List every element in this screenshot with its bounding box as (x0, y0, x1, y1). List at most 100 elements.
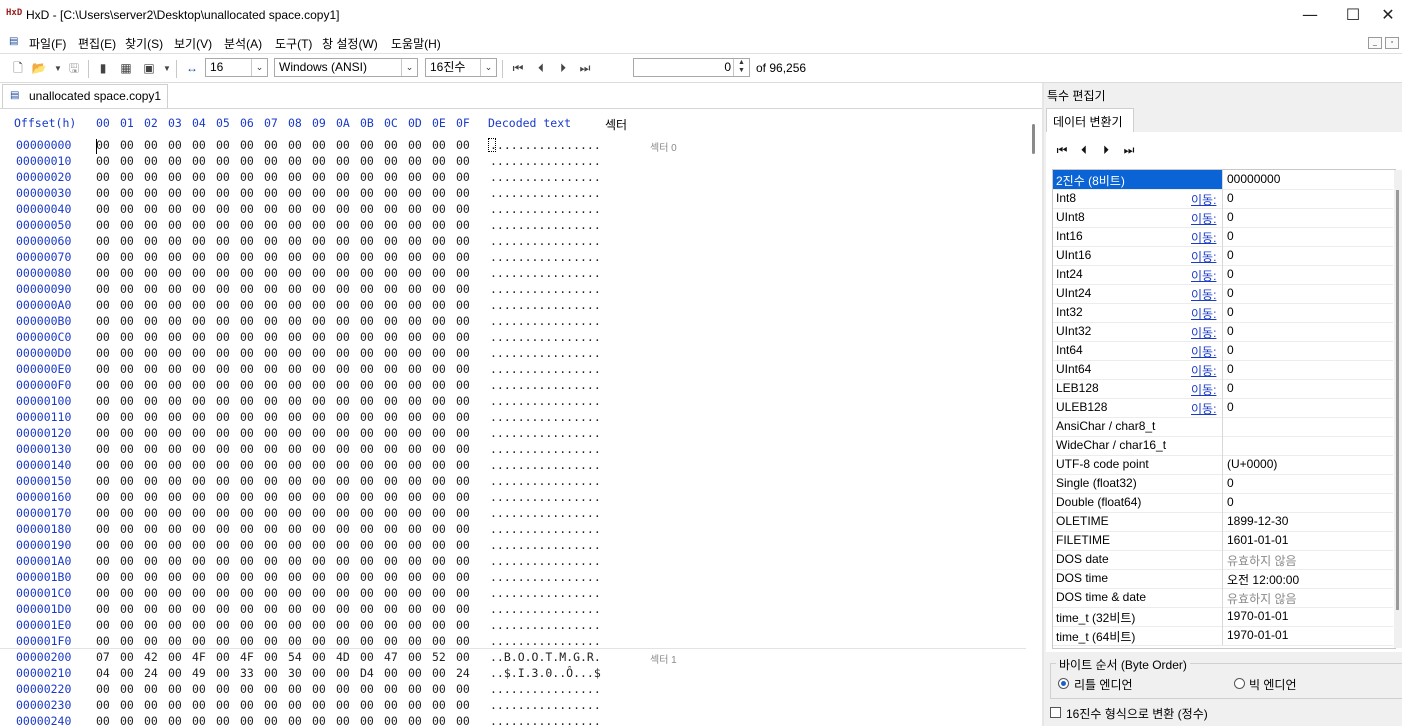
hex-byte[interactable]: 00 (456, 250, 470, 264)
hex-byte[interactable]: 00 (360, 618, 374, 632)
hex-byte[interactable]: 00 (264, 458, 278, 472)
hex-byte[interactable]: 00 (432, 570, 446, 584)
hex-byte[interactable]: 00 (384, 490, 398, 504)
hex-byte[interactable]: 00 (360, 282, 374, 296)
hex-byte[interactable]: 00 (240, 522, 254, 536)
hex-byte[interactable]: 00 (408, 458, 422, 472)
hex-byte[interactable]: 00 (408, 250, 422, 264)
hex-byte[interactable]: 00 (456, 234, 470, 248)
hex-byte[interactable]: 00 (192, 682, 206, 696)
hex-byte[interactable]: 00 (168, 682, 182, 696)
hex-byte[interactable]: 00 (216, 378, 230, 392)
hex-byte[interactable]: 00 (192, 186, 206, 200)
hex-byte[interactable]: 00 (456, 298, 470, 312)
jump-link[interactable]: 이동: (1191, 400, 1216, 417)
hex-byte[interactable]: 00 (360, 410, 374, 424)
menu-search[interactable]: 찾기(S) (125, 35, 163, 52)
decoded-text[interactable]: ................ (490, 234, 601, 248)
hex-byte[interactable]: 00 (288, 282, 302, 296)
inspector-row[interactable]: Int8 이동: 0 (1053, 189, 1393, 209)
hex-byte[interactable]: 00 (120, 250, 134, 264)
hex-byte[interactable]: 00 (120, 634, 134, 648)
hex-byte[interactable]: 00 (120, 282, 134, 296)
file-properties-icon[interactable]: ▣ (141, 61, 157, 76)
hex-byte[interactable]: 00 (168, 698, 182, 712)
hex-byte[interactable]: 00 (264, 186, 278, 200)
hex-byte[interactable]: 00 (360, 154, 374, 168)
big-endian-radio[interactable] (1234, 678, 1245, 689)
hex-byte[interactable]: 00 (192, 138, 206, 152)
hex-byte[interactable]: 00 (264, 602, 278, 616)
hex-byte[interactable]: 00 (432, 538, 446, 552)
hex-byte[interactable]: 00 (120, 394, 134, 408)
hex-byte[interactable]: 00 (288, 490, 302, 504)
hex-byte[interactable]: 00 (432, 170, 446, 184)
hex-byte[interactable]: 00 (216, 330, 230, 344)
hex-byte[interactable]: 00 (144, 698, 158, 712)
hex-byte[interactable]: 00 (120, 378, 134, 392)
hex-byte[interactable]: 00 (360, 218, 374, 232)
hex-byte[interactable]: 00 (264, 490, 278, 504)
hex-byte[interactable]: 00 (264, 570, 278, 584)
hex-byte[interactable]: 00 (312, 650, 326, 664)
hex-byte[interactable]: 00 (408, 218, 422, 232)
inspector-row[interactable]: UInt8 이동: 0 (1053, 208, 1393, 228)
hex-byte[interactable]: 00 (120, 554, 134, 568)
hex-byte[interactable]: 00 (192, 330, 206, 344)
decoded-text[interactable]: ................ (490, 266, 601, 280)
inspector-value[interactable]: 0 (1227, 248, 1234, 262)
hex-byte[interactable]: 00 (360, 490, 374, 504)
hex-byte[interactable]: 00 (264, 282, 278, 296)
inspector-row[interactable]: Single (float32) 0 (1053, 474, 1393, 494)
hex-byte[interactable]: 00 (216, 314, 230, 328)
hex-byte[interactable]: 47 (384, 650, 398, 664)
first-icon[interactable]: ⏮ (1055, 142, 1069, 158)
hex-byte[interactable]: 00 (336, 410, 350, 424)
inspector-row[interactable]: Int64 이동: 0 (1053, 341, 1393, 361)
hex-byte[interactable]: 00 (120, 138, 134, 152)
hex-byte[interactable]: 00 (384, 362, 398, 376)
inspector-row[interactable]: LEB128 이동: 0 (1053, 379, 1393, 399)
decoded-text[interactable]: ................ (490, 250, 601, 264)
inspector-value[interactable]: 1601-01-01 (1227, 533, 1288, 547)
hex-byte[interactable]: 00 (264, 218, 278, 232)
hex-byte[interactable]: 00 (240, 426, 254, 440)
hex-byte[interactable]: 00 (216, 426, 230, 440)
hex-byte[interactable]: 00 (456, 650, 470, 664)
hex-byte[interactable]: 00 (144, 282, 158, 296)
inspector-value[interactable]: 0 (1227, 305, 1234, 319)
hex-byte[interactable]: 00 (120, 474, 134, 488)
inspector-value[interactable]: 오전 12:00:00 (1227, 571, 1299, 588)
disk-icon[interactable]: ▮ (95, 61, 111, 76)
hex-byte[interactable]: 00 (408, 378, 422, 392)
inspector-row[interactable]: OLETIME 1899-12-30 (1053, 512, 1393, 532)
hex-byte[interactable]: 00 (312, 378, 326, 392)
menu-tools[interactable]: 도구(T) (275, 35, 312, 52)
hex-byte[interactable]: 00 (144, 442, 158, 456)
hex-byte[interactable]: 00 (264, 586, 278, 600)
hex-byte[interactable]: 00 (216, 298, 230, 312)
hex-byte[interactable]: 00 (336, 266, 350, 280)
hex-byte[interactable]: 00 (384, 154, 398, 168)
hex-byte[interactable]: 00 (408, 394, 422, 408)
hex-byte[interactable]: 00 (216, 442, 230, 456)
hex-byte[interactable]: 00 (384, 634, 398, 648)
hex-byte[interactable]: 00 (264, 474, 278, 488)
decoded-text[interactable]: ................ (490, 634, 601, 648)
hex-byte[interactable]: 00 (240, 410, 254, 424)
menu-window[interactable]: 창 설정(W) (322, 35, 378, 52)
hex-byte[interactable]: 00 (168, 426, 182, 440)
hex-byte[interactable]: 00 (432, 138, 446, 152)
inspector-value[interactable]: 1970-01-01 (1227, 609, 1288, 623)
hex-byte[interactable]: 00 (432, 282, 446, 296)
hex-byte[interactable]: 00 (192, 698, 206, 712)
hex-byte[interactable]: 00 (456, 522, 470, 536)
hex-byte[interactable]: 00 (312, 202, 326, 216)
hex-byte[interactable]: 00 (240, 538, 254, 552)
decoded-text[interactable]: ................ (490, 186, 601, 200)
hex-byte[interactable]: 00 (288, 394, 302, 408)
hex-byte[interactable]: 00 (336, 698, 350, 712)
hex-byte[interactable]: 00 (408, 154, 422, 168)
hex-byte[interactable]: 00 (216, 250, 230, 264)
hex-byte[interactable]: 00 (168, 666, 182, 680)
